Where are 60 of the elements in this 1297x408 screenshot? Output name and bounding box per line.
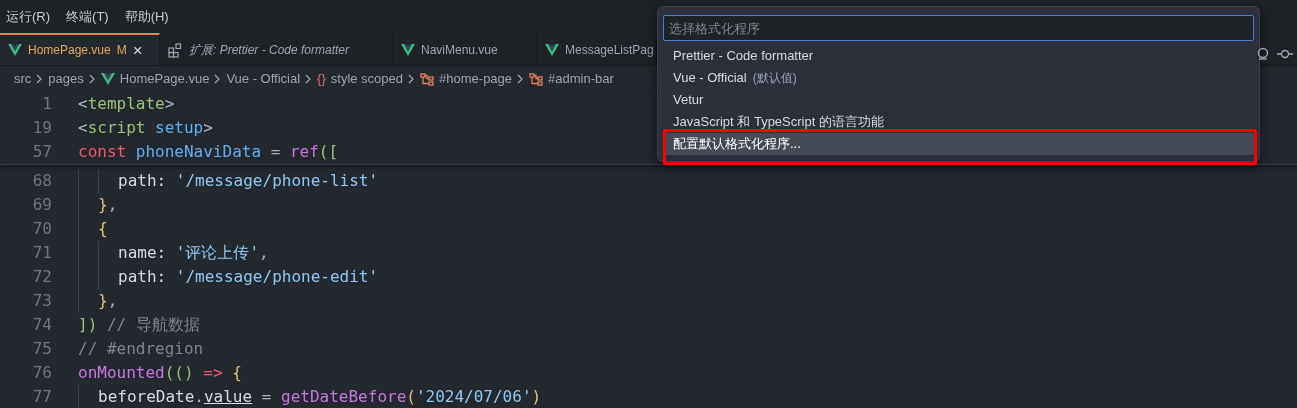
chevron-icon (36, 74, 44, 84)
code-line: }, (98, 195, 118, 215)
code-line: { (98, 219, 108, 239)
chevron-icon (214, 74, 222, 84)
list-item[interactable]: Prettier - Code formatter (663, 45, 1254, 67)
code-line: }, (98, 291, 118, 311)
menu-item[interactable]: 终端(T) (65, 6, 110, 27)
line-number: 75 (31, 339, 52, 359)
chevron-icon (517, 74, 525, 84)
line-number: 19 (31, 118, 52, 138)
tab[interactable]: HomePage.vue M × (0, 33, 160, 65)
line-number: 69 (31, 195, 52, 215)
chevron-icon (88, 74, 96, 84)
vue-logo-icon (8, 44, 22, 56)
code-line: name: '评论上传', (118, 243, 269, 263)
line-number: 1 (41, 94, 52, 114)
list-item[interactable]: JavaScript 和 TypeScript 的语言功能 (663, 111, 1254, 133)
menu-item[interactable]: 帮助(H) (123, 6, 170, 27)
line-number: 70 (31, 219, 52, 239)
extensions-icon (168, 42, 183, 58)
line-number: 57 (31, 142, 52, 162)
code-line: <template> (78, 94, 175, 114)
close-icon[interactable]: × (132, 41, 143, 59)
menu-item[interactable]: 运行(R) (5, 6, 52, 27)
line-number: 71 (31, 243, 52, 263)
search-field[interactable]: 选择格式化程序 (663, 15, 1254, 41)
code-line: // #endregion (78, 339, 204, 359)
breadcrumb-item[interactable]: Vue - Official (226, 69, 301, 89)
line-number: 74 (31, 315, 52, 335)
braces-icon: {} (317, 69, 326, 89)
breadcrumb-item[interactable]: src (14, 69, 32, 89)
line-number: 68 (31, 171, 52, 191)
chevron-icon (408, 74, 416, 84)
code-line: beforeDate.value = getDateBefore('2024/07/06') (98, 387, 542, 407)
breadcrumb-item[interactable]: #home-page (439, 69, 513, 89)
symbol-tree-icon (420, 72, 435, 86)
code-line: path: '/message/phone-edit' (118, 267, 379, 287)
breadcrumb-item[interactable]: #admin-bar (548, 69, 614, 89)
line-number: 72 (31, 267, 52, 287)
line-number: 73 (31, 291, 52, 311)
chevron-icon (305, 74, 313, 84)
vue-logo-icon (100, 73, 115, 85)
list-item[interactable]: Vetur (663, 89, 1254, 111)
list-item[interactable]: 配置默认格式化程序... (663, 133, 1254, 155)
vue-logo-icon (545, 44, 559, 56)
code-line: const phoneNaviData = ref([ (78, 142, 339, 162)
breadcrumb-item[interactable]: style scoped (330, 69, 404, 89)
code-line: <script setup> (78, 118, 213, 138)
default-note: (默认值) (752, 70, 797, 87)
code-line: path: '/message/phone-list' (118, 171, 379, 191)
code-line: onMounted(() => { (78, 363, 242, 383)
line-number: 77 (31, 387, 52, 407)
breadcrumb-item[interactable]: pages (48, 69, 84, 89)
list-item[interactable]: Vue - Official (默认值) (663, 67, 1254, 89)
code-line: ]) // 导航数据 (78, 315, 200, 335)
modified-indicator: M (116, 42, 127, 59)
breadcrumb-item[interactable]: HomePage.vue (119, 69, 210, 89)
vue-logo-icon (401, 44, 415, 56)
line-number: 76 (31, 363, 52, 383)
symbol-tree-icon (529, 72, 544, 86)
